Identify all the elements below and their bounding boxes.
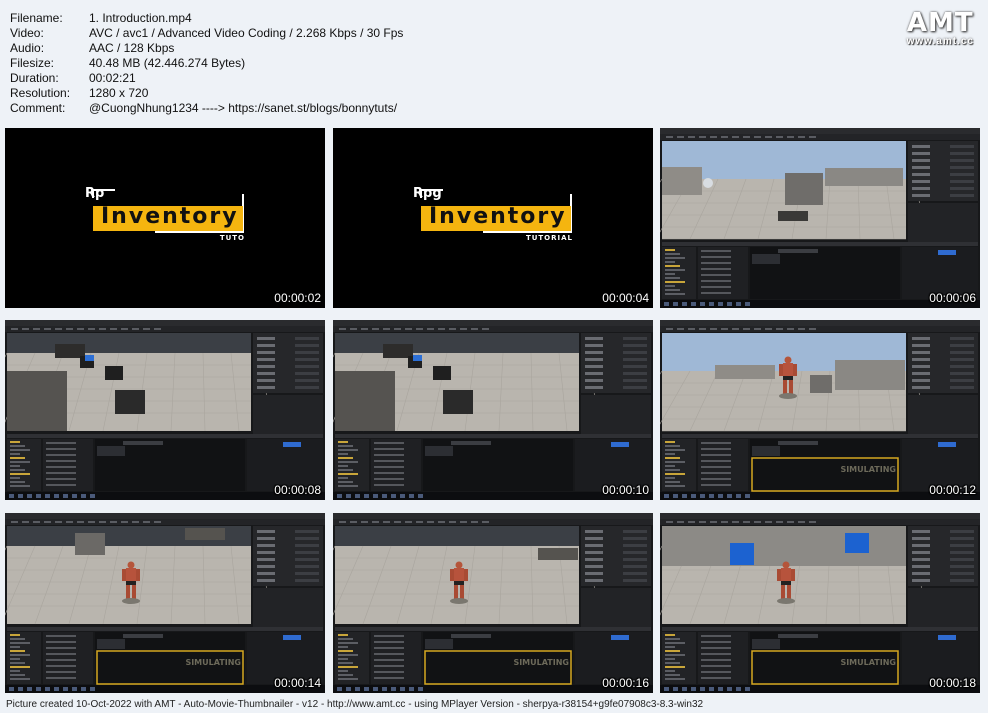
title-card-main: Inventory	[429, 204, 567, 229]
video-thumbnail[interactable]: Rpg Inventory TUTORIAL 00:00:04	[333, 128, 653, 308]
timestamp: 00:00:14	[274, 676, 321, 690]
video-thumbnail[interactable]: SIMULATING 00:00:14	[5, 513, 325, 693]
title-card-bottom: TUTORIAL	[525, 234, 573, 242]
title-card-bottom: TUTO	[219, 234, 245, 242]
video-thumbnail[interactable]: 00:00:06	[660, 128, 980, 308]
thumbnail-grid: Rp Inventory TUTO 00:00:02 Rpg Inventory TUTOR…	[0, 0, 988, 713]
timestamp: 00:00:16	[602, 676, 649, 690]
video-thumbnail[interactable]: 00:00:10	[333, 320, 653, 500]
title-card-main: Inventory	[101, 204, 239, 229]
simulating-label: SIMULATING	[840, 465, 896, 474]
video-thumbnail[interactable]: 00:00:08	[5, 320, 325, 500]
simulating-label: SIMULATING	[185, 658, 241, 667]
simulating-label: SIMULATING	[840, 658, 896, 667]
simulating-label: SIMULATING	[513, 658, 569, 667]
timestamp: 00:00:04	[602, 291, 649, 305]
timestamp: 00:00:18	[929, 676, 976, 690]
timestamp: 00:00:06	[929, 291, 976, 305]
video-thumbnail[interactable]: SIMULATING 00:00:12	[660, 320, 980, 500]
video-thumbnail[interactable]: SIMULATING 00:00:18	[660, 513, 980, 693]
timestamp: 00:00:12	[929, 483, 976, 497]
title-card-top: Rpg	[413, 186, 442, 201]
footer-credit: Picture created 10-Oct-2022 with AMT - A…	[6, 699, 704, 710]
timestamp: 00:00:08	[274, 483, 321, 497]
video-thumbnail[interactable]: SIMULATING 00:00:16	[333, 513, 653, 693]
timestamp: 00:00:02	[274, 291, 321, 305]
title-card-top: Rp	[85, 186, 105, 201]
timestamp: 00:00:10	[602, 483, 649, 497]
video-thumbnail[interactable]: Rp Inventory TUTO 00:00:02	[5, 128, 325, 308]
